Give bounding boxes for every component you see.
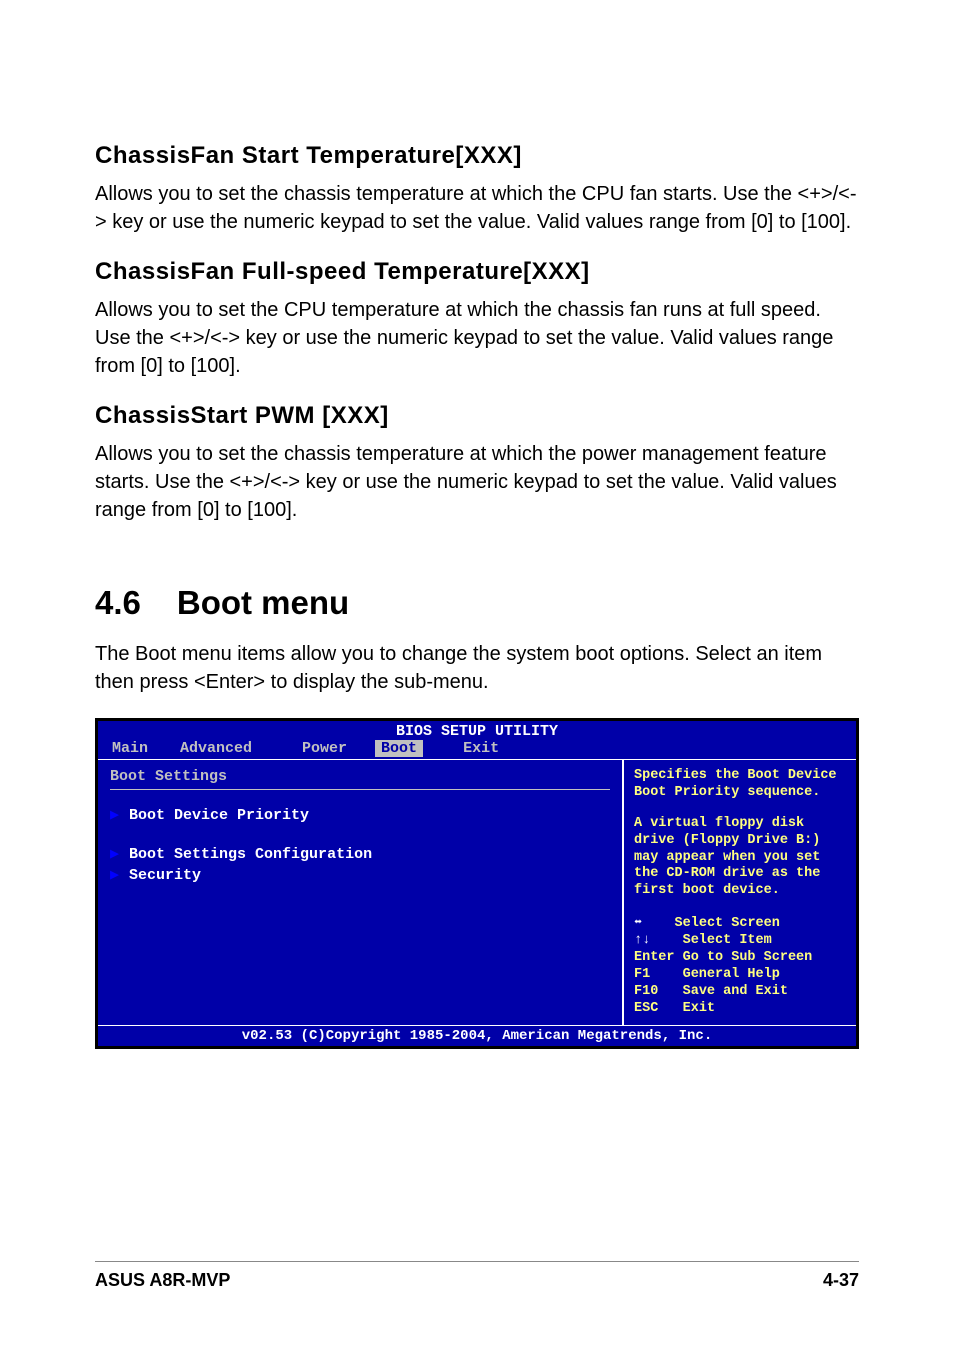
bios-right-pane: Specifies the Boot Device Boot Priority … — [624, 760, 856, 1025]
heading-chassisfan-fullspeed-temp: ChassisFan Full-speed Temperature[XXX] — [95, 258, 859, 286]
body-chassisstart-pwm: Allows you to set the chassis temperatur… — [95, 440, 859, 524]
key-label: Exit — [683, 1001, 715, 1016]
heading-chassisstart-pwm: ChassisStart PWM [XXX] — [95, 402, 859, 430]
section-number: 4.6 — [95, 584, 141, 621]
heading-chassisfan-start-temp: ChassisFan Start Temperature[XXX] — [95, 142, 859, 170]
tab-power[interactable]: Power — [292, 740, 375, 757]
footer-product-name: ASUS A8R-MVP — [95, 1270, 230, 1291]
bios-boot-settings-heading: Boot Settings — [110, 768, 610, 785]
key-label: General Help — [683, 967, 780, 982]
item-label: Security — [129, 867, 201, 884]
tab-boot[interactable]: Boot — [375, 740, 423, 757]
left-right-arrows-icon: ⬌ — [634, 916, 642, 931]
section-title: Boot menu — [177, 584, 349, 621]
bios-title-bar: BIOS SETUP UTILITY — [98, 721, 856, 740]
bios-key-hints: ⬌ Select Screen ↑↓ Select Item Enter Go … — [634, 916, 850, 1017]
bios-title: BIOS SETUP UTILITY — [396, 723, 558, 740]
bios-screenshot: BIOS SETUP UTILITY Main Advanced Power B… — [95, 718, 859, 1049]
item-boot-settings-configuration[interactable]: ▶ Boot Settings Configuration — [110, 843, 610, 864]
section-4-6-intro: The Boot menu items allow you to change … — [95, 640, 859, 696]
submenu-arrow-icon: ▶ — [110, 846, 119, 863]
footer-page-number: 4-37 — [823, 1270, 859, 1291]
bios-left-pane: Boot Settings ▶ Boot Device Priority ▶ Boo… — [98, 760, 624, 1025]
bios-tabs: Main Advanced Power Boot Exit — [98, 740, 856, 759]
bios-body: Boot Settings ▶ Boot Device Priority ▶ Boo… — [98, 759, 856, 1025]
key-name: F10 — [634, 984, 658, 999]
item-label: Boot Settings Configuration — [129, 846, 372, 863]
bios-divider — [110, 789, 610, 790]
key-label: Go to Sub Screen — [683, 950, 813, 965]
submenu-arrow-icon: ▶ — [110, 807, 119, 824]
key-name: Enter — [634, 950, 675, 965]
bios-copyright: v02.53 (C)Copyright 1985-2004, American … — [98, 1025, 856, 1046]
page-footer: ASUS A8R-MVP 4-37 — [95, 1261, 859, 1291]
body-chassisfan-start-temp: Allows you to set the chassis temperatur… — [95, 180, 859, 236]
item-security[interactable]: ▶ Security — [110, 864, 610, 885]
up-down-arrows-icon: ↑↓ — [634, 933, 650, 948]
section-4-6-heading: 4.6 Boot menu — [95, 584, 859, 622]
item-boot-device-priority[interactable]: ▶ Boot Device Priority — [110, 804, 610, 825]
bios-help-1: Specifies the Boot Device Boot Priority … — [634, 768, 850, 802]
key-label: Select Item — [683, 933, 772, 948]
tab-main[interactable]: Main — [112, 740, 170, 757]
key-name: F1 — [634, 967, 650, 982]
tab-advanced[interactable]: Advanced — [170, 740, 292, 757]
item-label: Boot Device Priority — [129, 807, 309, 824]
key-label: Select Screen — [675, 916, 780, 931]
key-name: ESC — [634, 1001, 658, 1016]
body-chassisfan-fullspeed-temp: Allows you to set the CPU temperature at… — [95, 296, 859, 380]
submenu-arrow-icon: ▶ — [110, 867, 119, 884]
bios-help-2: A virtual floppy disk drive (Floppy Driv… — [634, 816, 850, 900]
key-label: Save and Exit — [683, 984, 788, 999]
tab-exit[interactable]: Exit — [423, 740, 509, 757]
